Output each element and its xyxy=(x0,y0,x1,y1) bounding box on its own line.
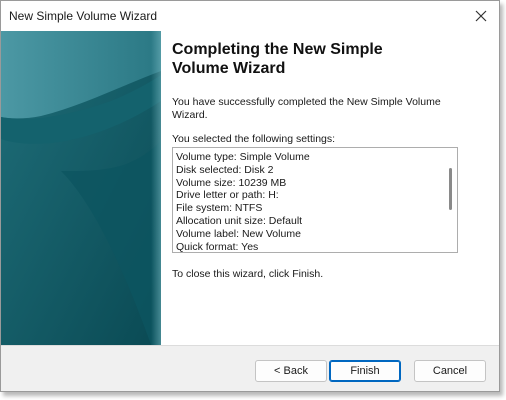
close-instructions: To close this wizard, click Finish. xyxy=(172,268,324,280)
wizard-content: Completing the New Simple Volume Wizard … xyxy=(161,31,499,345)
settings-line: Volume size: 10239 MB xyxy=(176,176,287,189)
page-title: Completing the New Simple Volume Wizard xyxy=(172,40,472,78)
cancel-button[interactable]: Cancel xyxy=(414,360,486,382)
close-icon xyxy=(475,10,487,22)
settings-line: File system: NTFS xyxy=(176,202,263,215)
scrollbar-thumb[interactable] xyxy=(449,168,452,210)
window-title: New Simple Volume Wizard xyxy=(9,9,158,23)
title-bar: New Simple Volume Wizard xyxy=(1,1,499,31)
page-title-line1: Completing the New Simple xyxy=(172,41,383,58)
page-title-line2: Volume Wizard xyxy=(172,60,286,77)
wizard-window: New Simple Volume Wizard Completing the … xyxy=(0,0,500,392)
settings-line: Drive letter or path: H: xyxy=(176,189,279,202)
close-button[interactable] xyxy=(469,5,493,27)
settings-lines: Volume type: Simple Volume Disk selected… xyxy=(176,151,438,253)
settings-line: Quick format: Yes xyxy=(176,240,259,253)
settings-line: Volume label: New Volume xyxy=(176,227,301,240)
back-button[interactable]: < Back xyxy=(255,360,327,382)
finish-button[interactable]: Finish xyxy=(329,360,401,382)
settings-line: Disk selected: Disk 2 xyxy=(176,163,274,176)
settings-line: Allocation unit size: Default xyxy=(176,214,303,227)
settings-scrollbar[interactable] xyxy=(445,148,457,252)
settings-line: Volume type: Simple Volume xyxy=(176,151,310,163)
wizard-banner-image xyxy=(1,31,161,345)
settings-label: You selected the following settings: xyxy=(172,133,336,145)
settings-list[interactable]: Volume type: Simple Volume Disk selected… xyxy=(172,147,458,253)
success-message: You have successfully completed the New … xyxy=(172,96,441,121)
button-bar: < Back Finish Cancel xyxy=(1,345,499,391)
